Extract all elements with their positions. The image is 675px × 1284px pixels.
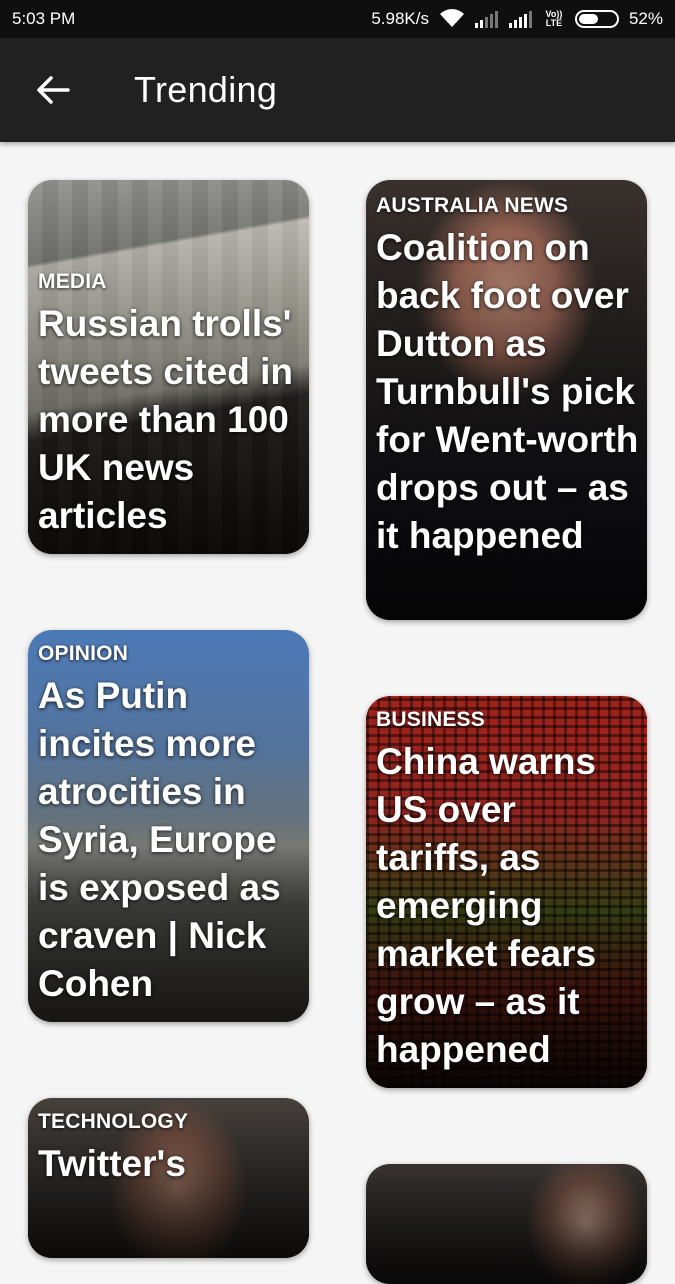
news-card-partial[interactable] — [366, 1164, 647, 1284]
signal-icon-2 — [508, 10, 533, 28]
status-bar: 5:03 PM 5.98K/s Vo)) LTE 52% — [0, 0, 675, 38]
page-title: Trending — [134, 69, 278, 110]
signal-icon-1 — [474, 10, 499, 28]
news-card-australia-news[interactable]: AUSTRALIA NEWS Coalition on back foot ov… — [366, 180, 647, 620]
back-button[interactable] — [18, 55, 88, 125]
status-icons: 5.98K/s Vo)) LTE 52% — [371, 9, 663, 29]
card-headline: As Putin incites more atrocities in Syri… — [38, 675, 281, 1004]
network-speed: 5.98K/s — [371, 9, 429, 28]
card-headline: Coalition on back foot over Dutton as Tu… — [376, 227, 639, 556]
card-category: TECHNOLOGY — [38, 1110, 189, 1133]
news-card-technology[interactable]: TECHNOLOGY Twitter's — [28, 1098, 309, 1258]
card-headline: Russian trolls' tweets cited in more tha… — [38, 303, 293, 536]
arrow-back-icon — [37, 76, 70, 104]
news-card-business[interactable]: BUSINESS China warns US over tariffs, as… — [366, 696, 647, 1088]
wifi-icon — [439, 9, 465, 29]
card-headline: China warns US over tariffs, as emerging… — [376, 741, 597, 1070]
battery-icon — [574, 10, 619, 28]
card-category: BUSINESS — [376, 708, 485, 731]
card-headline: Twitter's — [38, 1143, 186, 1184]
battery-percent: 52% — [628, 9, 663, 28]
news-card-opinion[interactable]: OPINION As Putin incites more atrocities… — [28, 630, 309, 1022]
card-category: OPINION — [38, 642, 129, 665]
card-category: MEDIA — [38, 270, 107, 293]
news-card-media[interactable]: MEDIA Russian trolls' tweets cited in mo… — [28, 180, 309, 554]
status-time: 5:03 PM — [12, 9, 76, 28]
card-category: AUSTRALIA NEWS — [376, 194, 569, 217]
app-bar: Trending — [0, 38, 675, 142]
volte-icon: Vo)) LTE — [545, 9, 563, 28]
